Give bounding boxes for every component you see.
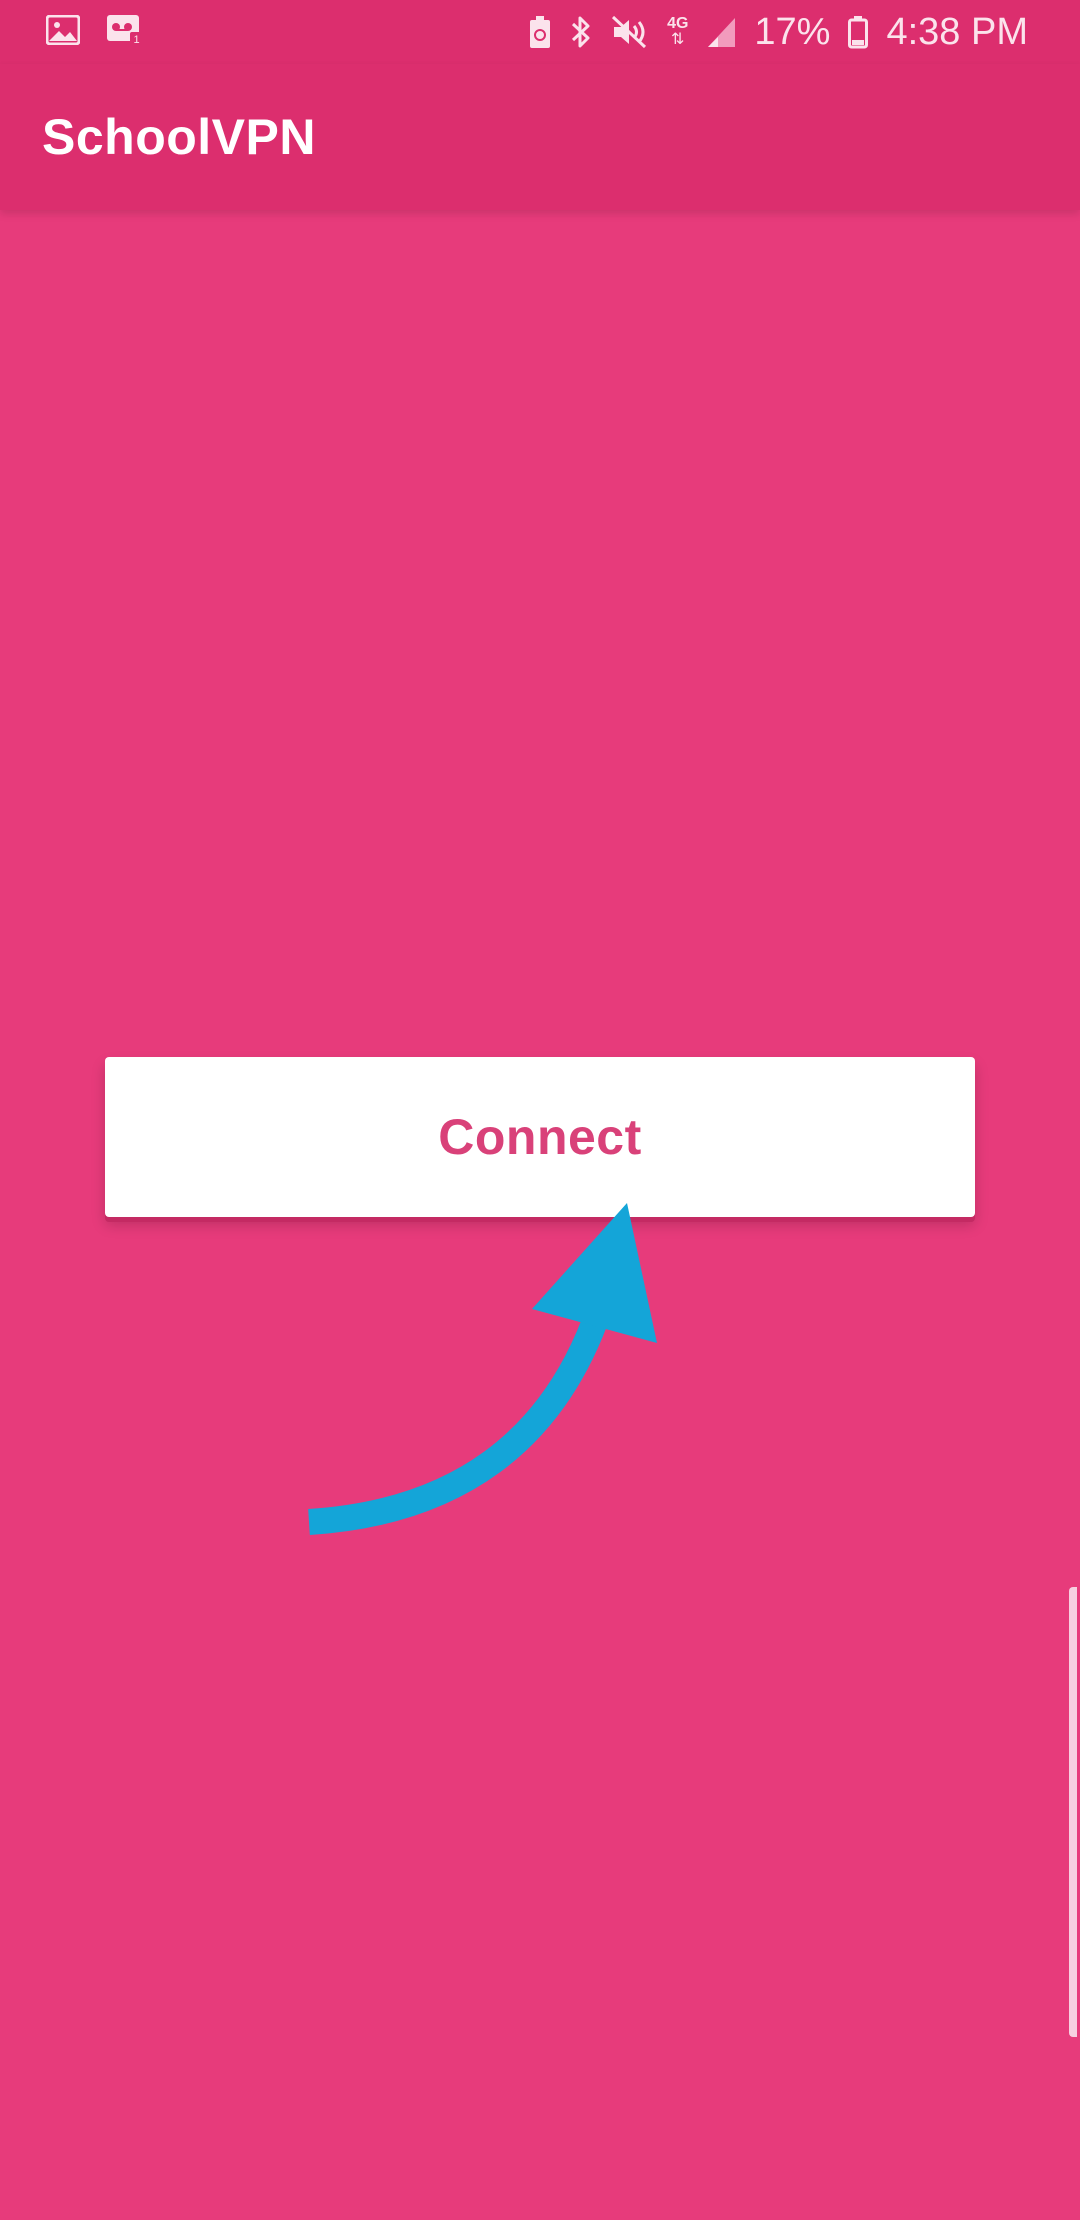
mute-icon (611, 15, 649, 49)
network-4g-icon: 4G ⇅ (667, 15, 689, 48)
connect-button-label: Connect (438, 1109, 642, 1165)
connect-button[interactable]: Connect (105, 1057, 975, 1217)
app-title: SchoolVPN (42, 109, 316, 165)
battery-saver-icon (529, 15, 551, 49)
battery-percent: 17% (754, 11, 831, 53)
battery-icon (848, 15, 869, 49)
signal-icon (706, 16, 736, 48)
gallery-icon (46, 15, 80, 45)
app-bar: SchoolVPN (0, 64, 1080, 210)
status-bar-left: 1 (46, 14, 144, 46)
voicemail-icon: 1 (106, 14, 144, 46)
svg-text:1: 1 (133, 34, 139, 46)
clock: 4:38 PM (886, 11, 1028, 53)
status-bar: 1 4G ⇅ 17% 4:38 PM (0, 0, 1080, 64)
status-bar-right: 4G ⇅ 17% 4:38 PM (529, 10, 1028, 54)
bluetooth-icon (569, 15, 593, 49)
scrollbar[interactable] (1069, 1587, 1077, 2037)
